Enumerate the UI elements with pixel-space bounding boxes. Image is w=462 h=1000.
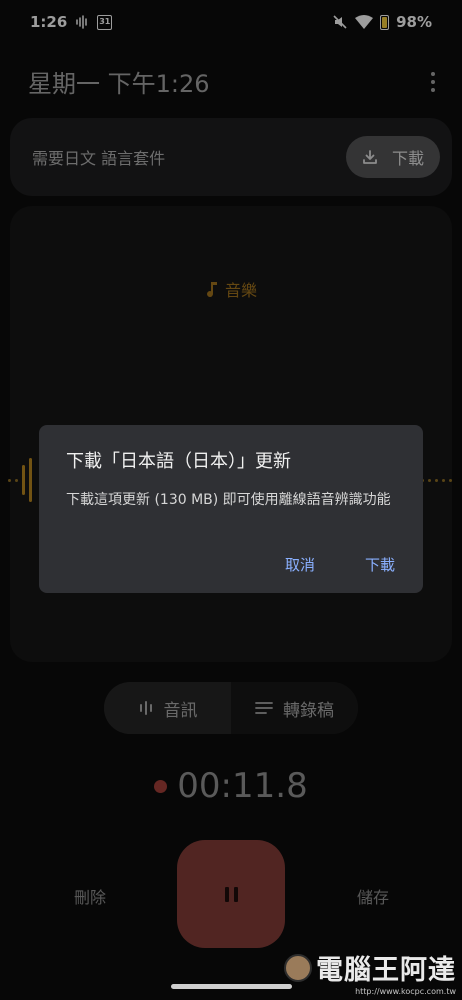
watermark-logo-icon (284, 953, 312, 982)
watermark-url: http://www.kocpc.com.tw (355, 987, 456, 996)
dialog-cancel-button[interactable]: 取消 (285, 554, 315, 575)
home-indicator[interactable] (171, 984, 292, 989)
dialog-download-button[interactable]: 下載 (365, 554, 395, 575)
download-dialog: 下載「日本語（日本）」更新 下載這項更新 (130 MB) 即可使用離線語音辨識… (39, 425, 423, 593)
watermark: 電腦王阿達 http://www.kocpc.com.tw (284, 948, 456, 996)
dialog-body: 下載這項更新 (130 MB) 即可使用離線語音辨識功能 (66, 492, 391, 508)
watermark-text: 電腦王阿達 (316, 955, 456, 986)
dialog-title: 下載「日本語（日本）」更新 (66, 451, 291, 472)
